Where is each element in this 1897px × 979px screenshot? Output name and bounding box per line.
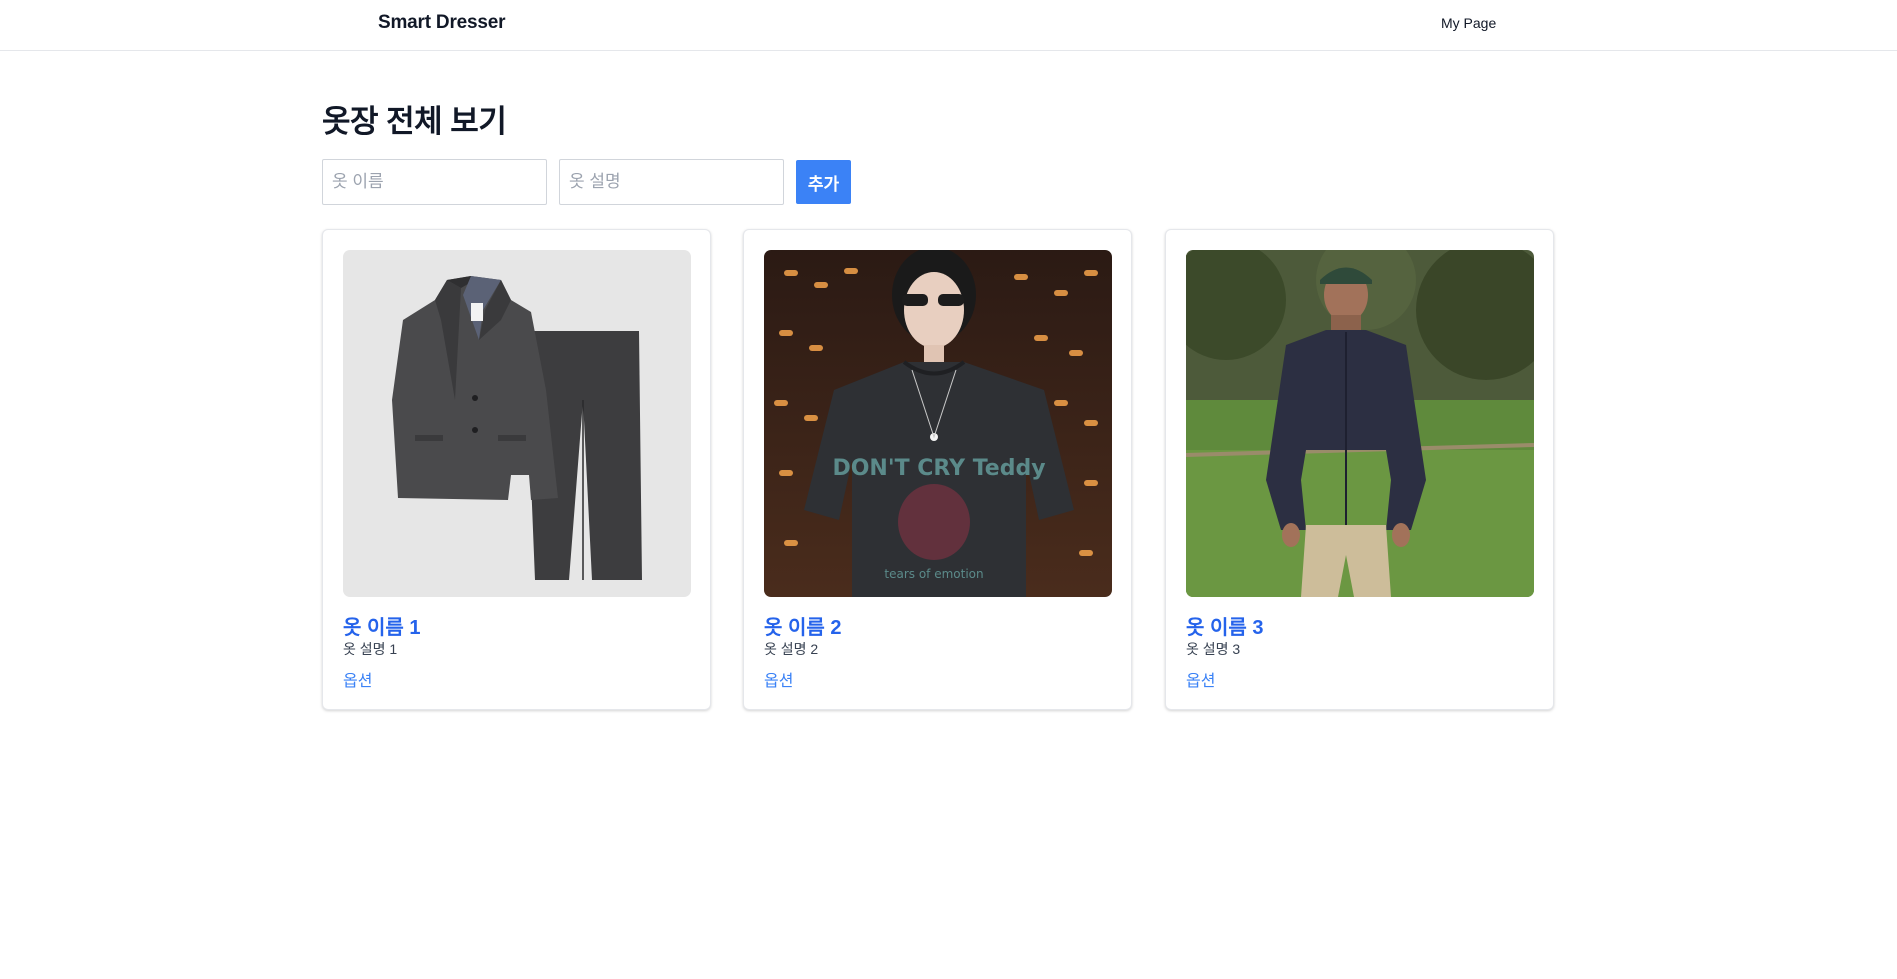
brand-logo-link[interactable]: Smart Dresser [378,12,506,34]
card-description: 옷 설명 2 [764,641,819,657]
clothing-description-input[interactable] [559,159,784,205]
clothing-card: 옷 이름 3 옷 설명 3 옵션 [1165,229,1554,710]
graphic-tee-photo: DON'T CRY Teddy tears of emotion [764,250,1112,597]
svg-text:DON'T CRY Teddy: DON'T CRY Teddy [832,456,1045,481]
clothing-card: DON'T CRY Teddy tears of emotion 옷 이름 2 … [743,229,1132,710]
card-title[interactable]: 옷 이름 1 [343,611,420,640]
top-navbar: Smart Dresser My Page [0,0,1897,51]
card-option-link[interactable]: 옵션 [1186,667,1215,691]
clothing-image[interactable] [343,250,691,597]
clothing-image[interactable]: DON'T CRY Teddy tears of emotion [764,250,1112,597]
card-description: 옷 설명 3 [1186,641,1241,657]
my-page-link[interactable]: My Page [1441,15,1496,31]
clothing-card: 옷 이름 1 옷 설명 1 옵션 [322,229,711,710]
suit-photo [343,250,691,597]
card-option-link[interactable]: 옵션 [764,667,793,691]
add-clothing-form: 추가 [322,159,922,205]
jacket-photo [1186,250,1534,597]
card-option-link[interactable]: 옵션 [343,667,372,691]
clothing-card-grid: 옷 이름 1 옷 설명 1 옵션 DON'T CRY Teddy tears o… [322,229,1554,710]
svg-text:tears of emotion: tears of emotion [884,567,983,581]
card-title[interactable]: 옷 이름 2 [764,611,841,640]
card-title[interactable]: 옷 이름 3 [1186,611,1263,640]
clothing-name-input[interactable] [322,159,547,205]
clothing-image[interactable] [1186,250,1534,597]
card-description: 옷 설명 1 [343,641,398,657]
add-button[interactable]: 추가 [796,160,851,204]
page-title: 옷장 전체 보기 [322,104,507,139]
